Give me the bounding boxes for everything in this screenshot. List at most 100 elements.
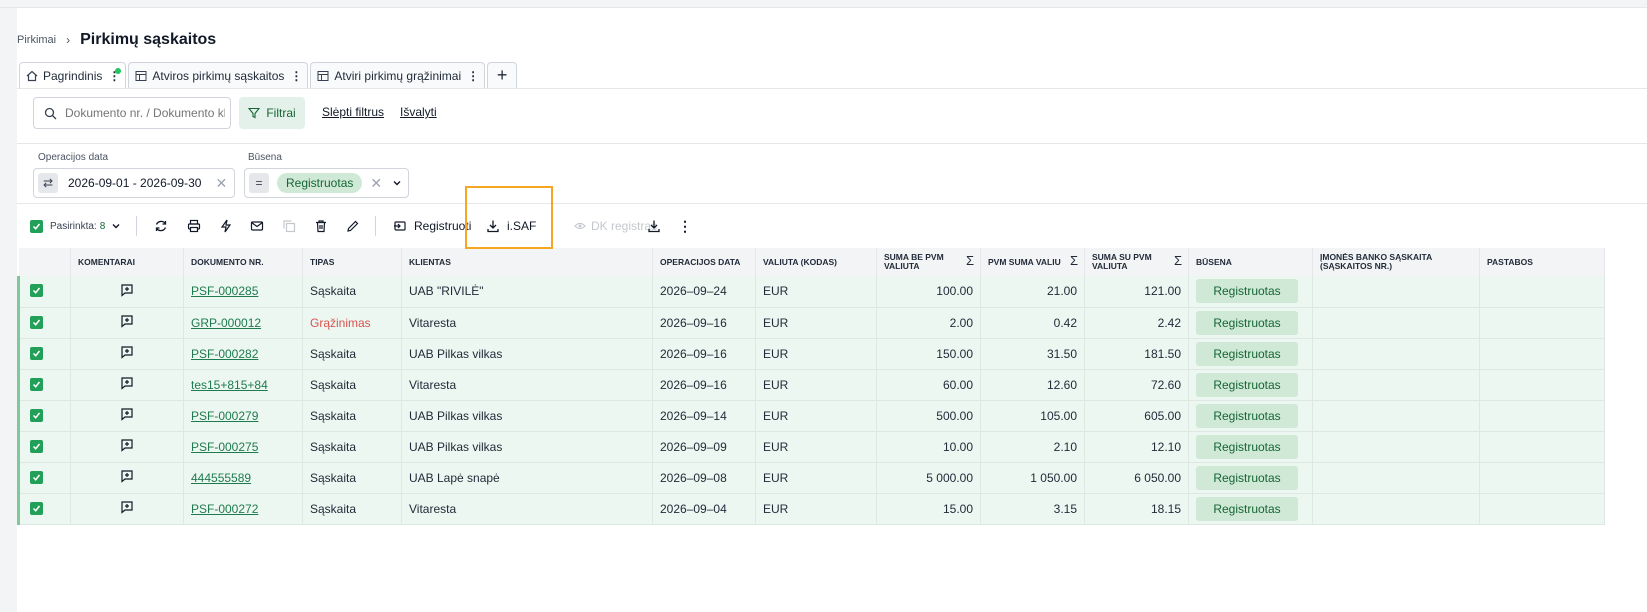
equals-operator[interactable]: = [249, 173, 269, 193]
add-comment-icon[interactable] [120, 469, 134, 483]
column-header-sum-with-vat[interactable]: Suma su PVM valiuta Σ [1084, 248, 1189, 276]
invoices-table: Komentarai Dokumento nr. Tipas Klientas … [17, 248, 1605, 525]
add-comment-icon[interactable] [120, 438, 134, 452]
breadcrumb-parent[interactable]: Pirkimai [17, 34, 56, 46]
doc-link[interactable]: GRP-000012 [191, 316, 261, 330]
tab-main[interactable]: Pagrindinis ⋮ [19, 62, 127, 89]
doc-link[interactable]: 444555589 [191, 471, 251, 485]
more-actions-button[interactable]: ⋮ [675, 216, 695, 236]
row-checkbox[interactable] [30, 346, 43, 360]
date-filter[interactable]: ⇄ 2026-09-01 - 2026-09-30 ✕ [33, 168, 235, 198]
sum-icon[interactable]: Σ [1070, 254, 1078, 267]
row-checkbox[interactable] [30, 315, 43, 329]
type-cell: Sąskaita [302, 369, 402, 401]
doc-link[interactable]: PSF-000275 [191, 440, 258, 454]
tab-open-returns[interactable]: Atviri pirkimų grąžinimai ⋮ [310, 62, 486, 88]
sum-icon[interactable]: Σ [1174, 254, 1182, 267]
row-checkbox[interactable] [30, 408, 43, 422]
table-row[interactable]: tes15+815+84 Sąskaita Vitaresta 2026–09–16 E… [17, 369, 1605, 401]
column-header-sum-no-vat[interactable]: Suma be PVM valiuta Σ [876, 248, 981, 276]
column-header-status[interactable]: Būsena [1188, 248, 1313, 276]
row-checkbox[interactable] [30, 470, 43, 484]
comment-cell[interactable] [70, 338, 184, 370]
hide-filters-link[interactable]: Slėpti filtrus [322, 105, 384, 119]
checkbox-checked-icon[interactable] [30, 219, 43, 233]
select-cell[interactable] [17, 462, 71, 494]
search-input[interactable] [65, 106, 225, 120]
select-cell[interactable] [17, 400, 71, 432]
print-button[interactable] [184, 216, 204, 236]
column-header-currency[interactable]: Valiuta (kodas) [755, 248, 877, 276]
column-header-comments[interactable]: Komentarai [70, 248, 184, 276]
row-checkbox[interactable] [30, 439, 43, 453]
chevron-down-icon[interactable] [111, 221, 121, 231]
tab-label: Atviri pirkimų grąžinimai [334, 68, 462, 83]
table-row[interactable]: PSF-000285 Sąskaita UAB "RIVILĖ" 2026–09–24… [17, 276, 1605, 308]
chevron-down-icon[interactable] [392, 178, 402, 188]
add-comment-icon[interactable] [120, 345, 134, 359]
export-button[interactable] [644, 216, 664, 236]
edit-button[interactable] [343, 216, 363, 236]
doc-link[interactable]: PSF-000282 [191, 347, 258, 361]
comment-cell[interactable] [70, 493, 184, 525]
select-cell[interactable] [17, 276, 71, 308]
close-icon[interactable]: ✕ [370, 175, 382, 192]
tab-open-invoices[interactable]: Atviros pirkimų sąskaitos ⋮ [128, 62, 309, 88]
doc-link[interactable]: PSF-000272 [191, 502, 258, 516]
doc-link[interactable]: PSF-000279 [191, 409, 258, 423]
selection-control[interactable]: Pasirinkta: 8 [30, 216, 121, 236]
add-comment-icon[interactable] [120, 407, 134, 421]
select-cell[interactable] [17, 431, 71, 463]
row-checkbox[interactable] [30, 501, 43, 515]
add-comment-icon[interactable] [120, 283, 134, 297]
select-cell[interactable] [17, 307, 71, 339]
add-tab-button[interactable]: + [487, 62, 518, 88]
column-header-vat-sum[interactable]: PVM suma valiu Σ [980, 248, 1085, 276]
doc-link[interactable]: tes15+815+84 [191, 378, 268, 392]
add-comment-icon[interactable] [120, 500, 134, 514]
column-header-op-date[interactable]: Operacijos data [652, 248, 756, 276]
doc-link[interactable]: PSF-000285 [191, 284, 258, 298]
comment-cell[interactable] [70, 431, 184, 463]
copy-button[interactable] [279, 216, 299, 236]
comment-cell[interactable] [70, 307, 184, 339]
filters-button[interactable]: Filtrai [239, 97, 305, 129]
client-cell: UAB Pilkas vilkas [401, 431, 653, 463]
comment-cell[interactable] [70, 276, 184, 308]
more-vertical-icon[interactable]: ⋮ [467, 69, 479, 83]
table-row[interactable]: GRP-000012 Grąžinimas Vitaresta 2026–09–16 E… [17, 307, 1605, 339]
row-checkbox[interactable] [30, 377, 43, 391]
table-row[interactable]: PSF-000282 Sąskaita UAB Pilkas vilkas 2026–… [17, 338, 1605, 370]
select-cell[interactable] [17, 493, 71, 525]
column-header-bank-account[interactable]: Įmonės banko sąskaita (sąskaitos nr.) [1312, 248, 1480, 276]
email-button[interactable] [247, 216, 267, 236]
select-cell[interactable] [17, 369, 71, 401]
more-vertical-icon[interactable]: ⋮ [290, 69, 302, 83]
table-row[interactable]: PSF-000275 Sąskaita UAB Pilkas vilkas 2026–… [17, 431, 1605, 463]
column-header-client[interactable]: Klientas [401, 248, 653, 276]
type-cell: Sąskaita [302, 276, 402, 308]
comment-cell[interactable] [70, 400, 184, 432]
close-icon[interactable]: ✕ [215, 175, 227, 192]
column-header-type[interactable]: Tipas [302, 248, 402, 276]
table-row[interactable]: 444555589 Sąskaita UAB Lapė snapė 2026–09–0… [17, 462, 1605, 494]
column-header-doc-no[interactable]: Dokumento nr. [183, 248, 303, 276]
row-checkbox[interactable] [30, 284, 43, 298]
table-row[interactable]: PSF-000272 Sąskaita Vitaresta 2026–09–04 EUR… [17, 493, 1605, 525]
status-filter[interactable]: = Registruotas ✕ [244, 168, 409, 198]
select-cell[interactable] [17, 338, 71, 370]
sum-icon[interactable]: Σ [966, 254, 974, 267]
refresh-button[interactable] [151, 216, 171, 236]
comment-cell[interactable] [70, 369, 184, 401]
search-box[interactable] [33, 97, 231, 129]
delete-button[interactable] [311, 216, 331, 236]
add-comment-icon[interactable] [120, 376, 134, 390]
comment-cell[interactable] [70, 462, 184, 494]
table-row[interactable]: PSF-000279 Sąskaita UAB Pilkas vilkas 2026–… [17, 400, 1605, 432]
column-header-notes[interactable]: Pastabos [1479, 248, 1605, 276]
quick-action-button[interactable] [216, 216, 236, 236]
clear-filters-link[interactable]: Išvalyti [400, 105, 437, 119]
swap-icon[interactable]: ⇄ [38, 173, 58, 193]
register-button[interactable]: Registruoti [390, 216, 471, 236]
add-comment-icon[interactable] [120, 314, 134, 328]
